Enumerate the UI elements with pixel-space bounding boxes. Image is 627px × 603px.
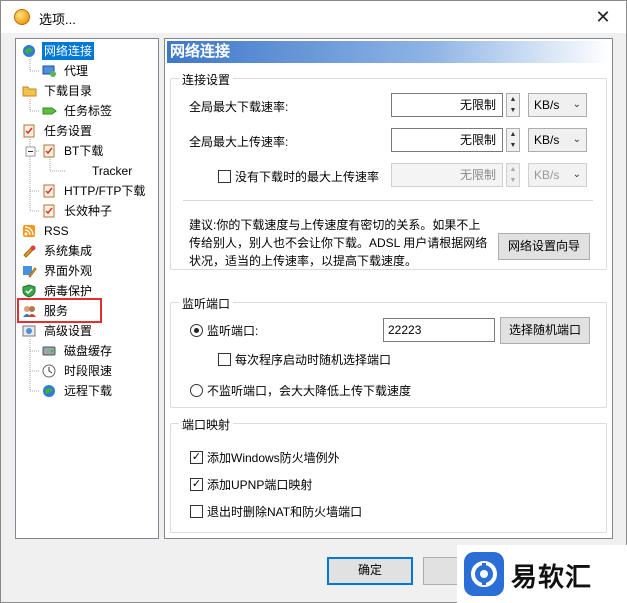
group-title: 连接设置 bbox=[179, 71, 234, 88]
group-title: 监听端口 bbox=[179, 295, 234, 312]
tree-item-label: 远程下载 bbox=[64, 384, 113, 398]
tree-item-label: 代理 bbox=[64, 64, 89, 78]
tree-item-label: 任务设置 bbox=[44, 124, 93, 138]
download-rate-stepper[interactable]: ▲ ▼ bbox=[506, 93, 520, 117]
firewall-checkbox[interactable]: ✓ bbox=[190, 451, 203, 464]
remove-on-exit-checkbox[interactable] bbox=[190, 505, 203, 518]
download-unit-select[interactable]: KB/s ⌄ bbox=[528, 93, 587, 117]
clipboard-icon bbox=[42, 204, 57, 218]
download-rate-label: 全局最大下载速率: bbox=[189, 100, 289, 114]
appearance-icon bbox=[22, 264, 37, 278]
integration-icon bbox=[22, 244, 37, 258]
advanced-icon bbox=[22, 324, 37, 338]
upnp-label: 添加UPNP端口映射 bbox=[207, 478, 313, 492]
connection-group: 连接设置 全局最大下载速率: 无限制 ▲ ▼ KB/s ⌄ 全局最大上传速率: 无限… bbox=[170, 71, 607, 270]
upload-unit-select[interactable]: KB/s ⌄ bbox=[528, 128, 587, 152]
schedule-icon bbox=[42, 364, 57, 378]
listen-port-radio[interactable] bbox=[190, 324, 203, 337]
remove-on-exit-label: 退出时删除NAT和防火墙端口 bbox=[207, 505, 363, 519]
tree-item-label: RSS bbox=[44, 224, 69, 238]
clipboard-icon bbox=[42, 184, 57, 198]
tree-item-label: 高级设置 bbox=[44, 324, 93, 338]
tree-item-label: 网络连接 bbox=[42, 42, 95, 60]
tree-item-label: 下载目录 bbox=[44, 84, 93, 98]
group-title: 端口映射 bbox=[179, 416, 234, 433]
app-icon bbox=[14, 9, 30, 25]
port-mapping-group: 端口映射 ✓ 添加Windows防火墙例外 ✓ 添加UPNP端口映射 退出时删除… bbox=[170, 416, 607, 533]
tree-item-label: 时段限速 bbox=[64, 364, 113, 378]
idle-upload-stepper[interactable]: ▲ ▼ bbox=[506, 163, 520, 187]
tree-item-label: 任务标签 bbox=[64, 104, 113, 118]
watermark-text: 易软汇 bbox=[511, 562, 593, 592]
disk-icon bbox=[42, 344, 57, 358]
tree-item-label: 系统集成 bbox=[44, 244, 93, 258]
tag-icon bbox=[42, 104, 57, 118]
remote-globe-icon bbox=[42, 384, 57, 398]
highlight-box bbox=[17, 298, 102, 323]
upload-rate-label: 全局最大上传速率: bbox=[189, 135, 289, 149]
download-rate-field[interactable]: 无限制 bbox=[391, 93, 503, 117]
proxy-computer-icon bbox=[42, 64, 57, 78]
tree-item-label: 长效种子 bbox=[64, 204, 113, 218]
options-window: 选项... ✕ 网络连接 代理 下载目录 任务标签 任务设置 BT下载 Trac… bbox=[0, 0, 627, 603]
tree-item-label: 磁盘缓存 bbox=[64, 344, 113, 358]
clipboard-icon bbox=[22, 124, 37, 138]
upload-rate-field[interactable]: 无限制 bbox=[391, 128, 503, 152]
random-each-start-label: 每次程序启动时随机选择端口 bbox=[235, 353, 392, 367]
network-wizard-button[interactable]: 网络设置向导 bbox=[498, 233, 590, 260]
rss-icon bbox=[22, 224, 37, 238]
shield-icon bbox=[22, 284, 37, 298]
idle-upload-unit-select[interactable]: KB/s ⌄ bbox=[528, 163, 587, 187]
listen-port-label: 监听端口: bbox=[207, 324, 259, 338]
folder-icon bbox=[22, 84, 37, 98]
upload-rate-stepper[interactable]: ▲ ▼ bbox=[506, 128, 520, 152]
idle-upload-label: 没有下载时的最大上传速率 bbox=[235, 170, 380, 184]
settings-panel: 网络连接 连接设置 全局最大下载速率: 无限制 ▲ ▼ KB/s ⌄ 全局最大上传速… bbox=[164, 38, 613, 539]
globe-network-icon bbox=[22, 44, 37, 58]
settings-tree: 网络连接 代理 下载目录 任务标签 任务设置 BT下载 Tracker HTTP… bbox=[15, 38, 159, 539]
watermark-logo-icon bbox=[464, 552, 504, 596]
window-title: 选项... bbox=[39, 12, 76, 27]
no-listen-radio[interactable] bbox=[190, 384, 203, 397]
firewall-label: 添加Windows防火墙例外 bbox=[207, 451, 340, 465]
tree-item-label: 界面外观 bbox=[44, 264, 93, 278]
upnp-checkbox[interactable]: ✓ bbox=[190, 478, 203, 491]
ok-button[interactable]: 确定 bbox=[327, 557, 413, 585]
clipboard-icon bbox=[42, 144, 57, 158]
title-bar: 选项... ✕ bbox=[1, 1, 626, 33]
separator bbox=[183, 200, 593, 201]
tree-item-label: HTTP/FTP下载 bbox=[64, 184, 146, 198]
listen-port-field[interactable]: 22223 bbox=[383, 318, 495, 342]
idle-upload-field[interactable]: 无限制 bbox=[391, 163, 503, 187]
panel-title: 网络连接 bbox=[167, 41, 610, 63]
random-port-button[interactable]: 选择随机端口 bbox=[500, 317, 590, 344]
tree-item-label: Tracker bbox=[92, 164, 133, 178]
idle-upload-checkbox[interactable] bbox=[218, 170, 231, 183]
tree-item-label: BT下载 bbox=[64, 144, 104, 158]
advice-text: 建议:你的下载速度与上传速度有密切的关系。如果不上传给别人，别人也不会让你下载。… bbox=[189, 218, 488, 268]
watermark: 易软汇 bbox=[457, 545, 627, 603]
random-each-start-checkbox[interactable] bbox=[218, 353, 231, 366]
no-listen-label: 不监听端口，会大大降低上传下载速度 bbox=[207, 384, 412, 398]
listen-port-group: 监听端口 监听端口: 22223 选择随机端口 每次程序启动时随机选择端口 不监… bbox=[170, 295, 607, 408]
close-button[interactable]: ✕ bbox=[592, 6, 614, 28]
